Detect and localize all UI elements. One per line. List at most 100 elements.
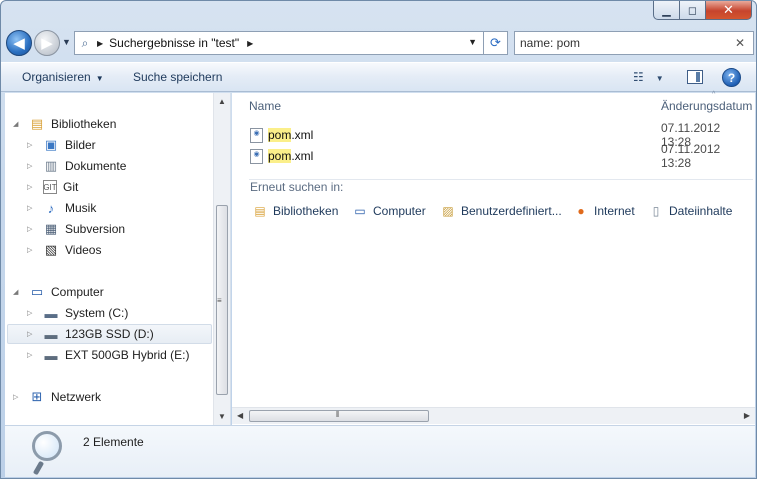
- network-icon: ⊞: [31, 389, 43, 404]
- drive-icon: ▬: [44, 347, 58, 363]
- expand-icon[interactable]: ▷: [27, 330, 37, 338]
- tree-item-label: Videos: [65, 243, 102, 257]
- tree-item-network[interactable]: ▷ ⊞ Netzwerk: [13, 387, 101, 407]
- tree-item-libraries[interactable]: ◢ ▤ Bibliotheken: [13, 114, 116, 134]
- scroll-down-icon[interactable]: ▼: [218, 412, 226, 421]
- forward-button[interactable]: ▶: [34, 30, 60, 56]
- music-icon: ♪: [47, 200, 55, 216]
- expand-icon[interactable]: ▷: [13, 393, 23, 401]
- collapse-icon[interactable]: ◢: [13, 288, 23, 296]
- column-header-name[interactable]: Name: [249, 99, 281, 113]
- save-search-button[interactable]: Suche speichern: [133, 70, 222, 84]
- explorer-window: ▁ ◻ ✕ ◀ ▶ ▼ ⌕ ▶ Suchergebnisse in "test"…: [0, 0, 757, 479]
- tree-item-label: Dokumente: [65, 159, 127, 173]
- search-again-item-label: Dateiinhalte: [669, 204, 733, 218]
- tree-item-label: Git: [63, 180, 79, 194]
- breadcrumb-separator-icon[interactable]: ▶: [97, 39, 103, 48]
- search-again-custom[interactable]: ▨ Benutzerdefiniert...: [440, 202, 562, 220]
- expand-icon[interactable]: ▷: [27, 351, 37, 359]
- column-header-date[interactable]: Änderungsdatum: [661, 99, 752, 113]
- tree-item-label: Netzwerk: [51, 390, 102, 404]
- preview-pane-icon[interactable]: [687, 70, 703, 84]
- view-dropdown-icon[interactable]: ▼: [656, 74, 664, 83]
- close-button[interactable]: ✕: [706, 1, 752, 20]
- tree-item-drive-e[interactable]: ▷ ▬ EXT 500GB Hybrid (E:): [27, 345, 190, 365]
- scroll-right-icon[interactable]: ▶: [744, 411, 750, 420]
- refresh-button[interactable]: ⟳: [484, 31, 508, 55]
- search-box[interactable]: ✕: [514, 31, 754, 55]
- address-dropdown-icon[interactable]: ▼: [468, 37, 477, 47]
- refresh-icon: ⟳: [490, 35, 501, 50]
- minimize-button[interactable]: ▁: [653, 1, 680, 20]
- computer-icon: ▭: [30, 284, 44, 299]
- drive-icon: ▬: [44, 326, 58, 342]
- magnifier-handle: [32, 460, 45, 476]
- search-again-libraries[interactable]: ▤ Bibliotheken: [252, 202, 338, 220]
- chevron-down-icon: ▼: [95, 74, 104, 83]
- clear-search-icon[interactable]: ✕: [735, 36, 745, 50]
- libraries-icon: ▤: [30, 116, 44, 131]
- subversion-icon: ▦: [44, 221, 58, 236]
- tree-item-drive-d[interactable]: ▷ ▬ 123GB SSD (D:): [7, 324, 212, 344]
- file-row[interactable]: ◉ pom.xml 07.11.2012 13:28: [250, 142, 750, 170]
- xml-file-icon: ◉: [250, 148, 263, 164]
- tree-item-drive-c[interactable]: ▷ ▬ System (C:): [27, 303, 128, 323]
- tree-item-videos[interactable]: ▷ ▧ Videos: [27, 240, 101, 260]
- scroll-grip-icon: ≡: [217, 296, 222, 305]
- expand-icon[interactable]: ▷: [27, 183, 37, 191]
- search-results-icon: ⌕: [81, 35, 89, 50]
- organize-button[interactable]: Organisieren ▼: [22, 70, 104, 84]
- magnifier-lens: [32, 431, 62, 461]
- navigation-row: ◀ ▶ ▼ ⌕ ▶ Suchergebnisse in "test" ▶ ▼ ⟳…: [1, 27, 756, 61]
- libraries-icon: ▤: [254, 204, 266, 218]
- expand-icon[interactable]: ▷: [27, 162, 37, 170]
- collapse-icon[interactable]: ◢: [13, 120, 23, 128]
- maximize-button[interactable]: ◻: [680, 1, 706, 20]
- breadcrumb-search-results[interactable]: Suchergebnisse in "test": [109, 36, 239, 50]
- search-again-file-contents[interactable]: ▯ Dateiinhalte: [648, 202, 733, 220]
- back-button[interactable]: ◀: [6, 30, 32, 56]
- address-bar[interactable]: ⌕ ▶ Suchergebnisse in "test" ▶ ▼: [74, 31, 484, 55]
- tree-item-label: Subversion: [65, 222, 126, 236]
- expand-icon[interactable]: ▷: [27, 204, 37, 212]
- help-button[interactable]: ?: [722, 68, 741, 87]
- back-arrow-icon: ◀: [13, 35, 25, 52]
- tree-item-documents[interactable]: ▷ ▥ Dokumente: [27, 156, 126, 176]
- search-again-item-label: Bibliotheken: [273, 204, 339, 218]
- tree-item-pictures[interactable]: ▷ ▣ Bilder: [27, 135, 96, 155]
- navigation-pane: ◢ ▤ Bibliotheken ▷ ▣ Bilder ▷ ▥ Dokument…: [5, 93, 231, 425]
- documents-icon: ▥: [44, 158, 58, 173]
- command-bar: Organisieren ▼ Suche speichern ☷ ▼ ?: [1, 62, 756, 92]
- file-extension: .xml: [291, 128, 314, 142]
- file-contents-icon: ▯: [652, 204, 660, 218]
- search-icon: [29, 430, 69, 476]
- expand-icon[interactable]: ▷: [27, 141, 37, 149]
- search-again-item-label: Benutzerdefiniert...: [461, 204, 562, 218]
- tree-item-music[interactable]: ▷ ♪ Musik: [27, 198, 96, 218]
- search-again-item-label: Computer: [373, 204, 426, 218]
- recent-pages-button[interactable]: ▼: [62, 37, 71, 47]
- tree-item-subversion[interactable]: ▷ ▦ Subversion: [27, 219, 125, 239]
- expand-icon[interactable]: ▷: [27, 225, 37, 233]
- change-view-button[interactable]: ☷ ▼: [633, 70, 664, 84]
- tree-item-git[interactable]: ▷ GIT Git: [27, 177, 78, 197]
- expand-icon[interactable]: ▷: [27, 246, 37, 254]
- content-horizontal-scrollbar[interactable]: ◀ ⦀ ▶: [232, 407, 755, 424]
- expand-icon[interactable]: ▷: [27, 309, 37, 317]
- xml-file-icon: ◉: [250, 127, 263, 143]
- search-input[interactable]: [520, 36, 730, 50]
- sort-indicator-icon: ^: [712, 91, 716, 98]
- scroll-up-icon[interactable]: ▲: [218, 97, 226, 106]
- search-again-computer[interactable]: ▭ Computer: [352, 202, 426, 220]
- videos-icon: ▧: [44, 242, 58, 257]
- tree-item-label: EXT 500GB Hybrid (E:): [65, 348, 190, 362]
- content-pane: ^ Name Änderungsdatum ◉ pom.xml 07.11.20…: [232, 91, 755, 425]
- scroll-left-icon[interactable]: ◀: [237, 411, 243, 420]
- tree-item-computer[interactable]: ◢ ▭ Computer: [13, 282, 104, 302]
- navigation-pane-scrollbar[interactable]: ▲ ≡ ▼: [213, 93, 230, 425]
- breadcrumb-chevron-icon[interactable]: ▶: [247, 39, 253, 48]
- system-drive-icon: ▬: [44, 305, 58, 321]
- search-again-internet[interactable]: ● Internet: [573, 202, 634, 220]
- search-match-highlight: pom: [268, 149, 292, 163]
- tree-item-label: 123GB SSD (D:): [65, 327, 154, 341]
